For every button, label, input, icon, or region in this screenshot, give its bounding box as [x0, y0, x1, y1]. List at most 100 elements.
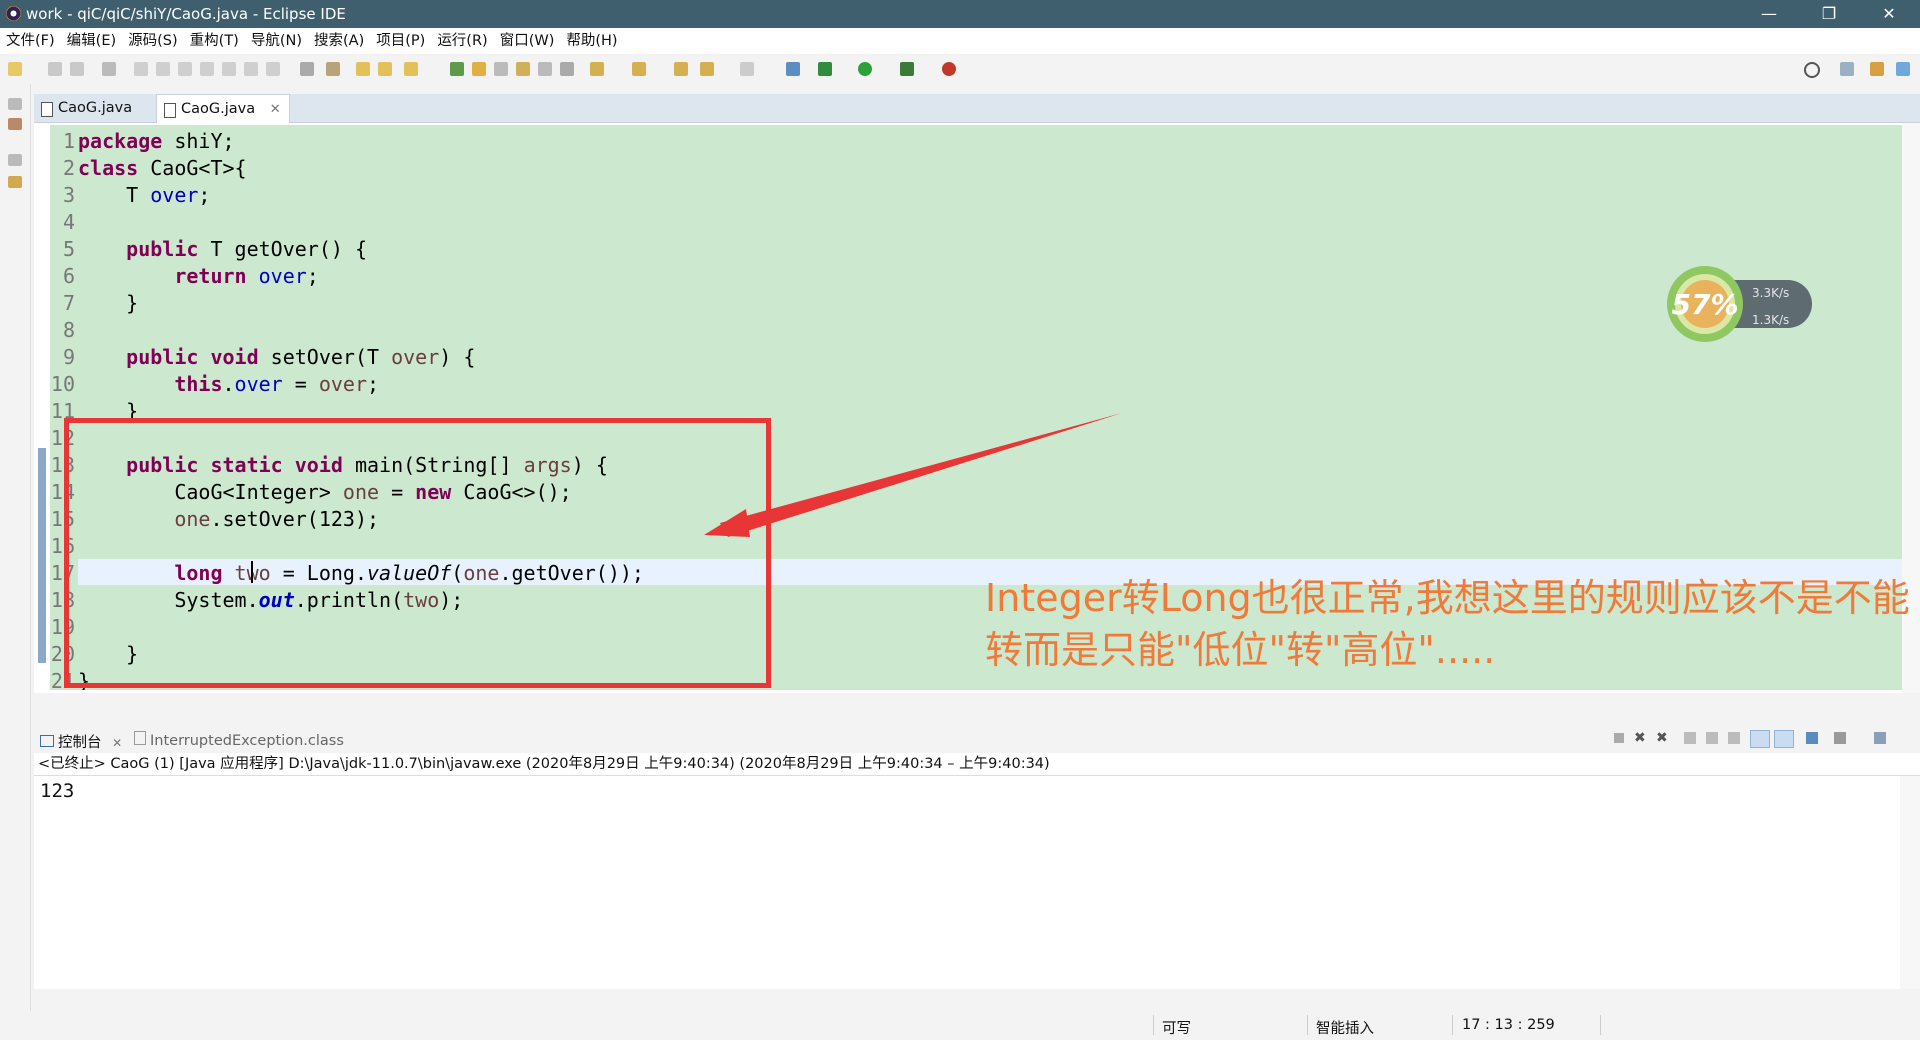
- open-type-icon[interactable]: [356, 62, 370, 76]
- drop-to-frame-icon[interactable]: [300, 62, 314, 76]
- resume-icon[interactable]: [134, 62, 148, 76]
- save-all-icon[interactable]: [70, 62, 84, 76]
- suspend-icon[interactable]: [156, 62, 170, 76]
- menu-refactor[interactable]: 重构(T): [184, 28, 245, 54]
- annotation-line-1: Integer转Long也很正常,我想这里的规则应该不是不能: [985, 576, 1910, 620]
- menu-project[interactable]: 项目(P): [370, 28, 431, 54]
- tab-caog-java-1[interactable]: CaoG.java: [34, 94, 158, 122]
- outline-icon[interactable]: [8, 176, 22, 188]
- status-bar: 可写 智能插入 17 : 13 : 259: [0, 1011, 1920, 1040]
- block-selection-icon[interactable]: [516, 62, 530, 76]
- console-horizontal-scrollbar[interactable]: [34, 989, 1920, 1009]
- annotation-next-icon[interactable]: [450, 62, 464, 76]
- console-icon: [40, 735, 54, 747]
- line-number: 10: [50, 372, 75, 396]
- scroll-lock-icon[interactable]: [1706, 732, 1718, 744]
- coverage-icon[interactable]: [900, 62, 914, 76]
- minimize-button[interactable]: —: [1746, 0, 1792, 28]
- status-insert-mode: 智能插入: [1316, 1021, 1374, 1037]
- prev-annotation-icon[interactable]: [632, 62, 646, 76]
- terminate-icon[interactable]: [178, 62, 192, 76]
- last-edit-icon[interactable]: [674, 62, 688, 76]
- menu-window[interactable]: 窗口(W): [494, 28, 561, 54]
- console-process-label: <已终止> CaoG (1) [Java 应用程序] D:\Java\jdk-1…: [38, 756, 1050, 772]
- show-on-error-icon[interactable]: [1774, 730, 1794, 748]
- restore-button[interactable]: ❐: [1806, 0, 1852, 28]
- save-icon[interactable]: [48, 62, 62, 76]
- annotation-text: Integer转Long也很正常,我想这里的规则应该不是不能 转而是只能"低位"…: [985, 572, 1920, 676]
- menu-edit[interactable]: 编辑(E): [61, 28, 122, 54]
- new-icon[interactable]: [8, 62, 22, 76]
- tab-console[interactable]: 控制台 ✕: [40, 731, 122, 752]
- show-on-output-icon[interactable]: [1750, 730, 1770, 748]
- open-console-icon[interactable]: [1874, 732, 1886, 744]
- status-writable: 可写: [1162, 1021, 1191, 1037]
- code-line: package shiY;: [78, 129, 235, 153]
- step-over-icon[interactable]: [244, 62, 258, 76]
- line-number: 5: [62, 237, 75, 261]
- open-perspective-icon[interactable]: [1840, 62, 1854, 76]
- window-title: work - qiC/qiC/shiY/CaoG.java - Eclipse …: [26, 5, 346, 23]
- java-file-icon: [41, 102, 53, 117]
- step-into-icon[interactable]: [222, 62, 236, 76]
- java-file-icon: [164, 103, 176, 118]
- toggle-breadcrumb-icon[interactable]: [494, 62, 508, 76]
- show-whitespace-icon[interactable]: [538, 62, 552, 76]
- disconnect-icon[interactable]: [200, 62, 214, 76]
- console-output[interactable]: 123: [34, 776, 1900, 989]
- tab-interrupted-exception[interactable]: InterruptedException.class: [134, 731, 344, 749]
- word-wrap-icon[interactable]: [1728, 732, 1740, 744]
- forward-icon[interactable]: [740, 62, 754, 76]
- clear-console-icon[interactable]: [1684, 732, 1696, 744]
- tab-caog-java-2[interactable]: CaoG.java ✕: [156, 94, 290, 123]
- search-tool-icon[interactable]: [404, 62, 418, 76]
- external-tools-icon[interactable]: [942, 62, 956, 76]
- eclipse-logo-icon: [6, 6, 21, 21]
- skip-breakpoints-icon[interactable]: [102, 62, 116, 76]
- console-vertical-scrollbar[interactable]: [1900, 776, 1920, 989]
- title-bar: work - qiC/qiC/shiY/CaoG.java - Eclipse …: [0, 0, 1920, 28]
- menu-help[interactable]: 帮助(H): [560, 28, 623, 54]
- console-tab-bar: 控制台 ✕ InterruptedException.class ✖ ✖: [34, 725, 1920, 753]
- menu-search[interactable]: 搜索(A): [308, 28, 370, 54]
- run-icon[interactable]: [858, 62, 872, 76]
- search-icon[interactable]: [1804, 62, 1820, 78]
- annotation-line-2: 转而是只能"低位"转"高位".....: [985, 628, 1496, 672]
- pin-console-icon[interactable]: [1806, 732, 1818, 744]
- back-icon[interactable]: [700, 62, 714, 76]
- terminate-icon[interactable]: [1614, 733, 1624, 743]
- menu-file[interactable]: 文件(F): [0, 28, 61, 54]
- debug-perspective-icon[interactable]: [1896, 62, 1910, 76]
- main-toolbar: [0, 54, 1920, 84]
- remove-all-icon[interactable]: ✖: [1656, 730, 1668, 746]
- use-step-filters-icon[interactable]: [326, 62, 340, 76]
- close-window-button[interactable]: ✕: [1866, 0, 1912, 28]
- code-line: this.over = over;: [174, 372, 380, 396]
- pin-editor-icon[interactable]: [786, 62, 800, 76]
- menu-bar: 文件(F) 编辑(E) 源码(S) 重构(T) 导航(N) 搜索(A) 项目(P) 运行(R)…: [0, 28, 1920, 54]
- editor-horizontal-scrollbar[interactable]: [64, 700, 1874, 714]
- network-speed-widget[interactable]: 57% 3.3K/s 1.3K/s: [1660, 262, 1815, 344]
- net-percent: 57%: [1671, 288, 1738, 321]
- java-perspective-icon[interactable]: [1870, 62, 1884, 76]
- menu-source[interactable]: 源码(S): [122, 28, 184, 54]
- restore-view-icon[interactable]: [8, 98, 22, 110]
- debug-icon[interactable]: [818, 62, 832, 76]
- net-download: 1.3K/s: [1752, 313, 1789, 327]
- restore-view-icon[interactable]: [8, 154, 22, 166]
- next-annotation-icon[interactable]: [590, 62, 604, 76]
- close-tab-icon[interactable]: ✕: [270, 102, 281, 117]
- line-number: 6: [62, 264, 75, 288]
- step-return-icon[interactable]: [266, 62, 280, 76]
- highlight-icon[interactable]: [472, 62, 486, 76]
- package-explorer-icon[interactable]: [8, 118, 22, 130]
- line-number: 2: [62, 156, 75, 180]
- close-tab-icon[interactable]: ✕: [112, 736, 122, 750]
- menu-run[interactable]: 运行(R): [431, 28, 493, 54]
- display-console-icon[interactable]: [1834, 732, 1846, 744]
- remove-launch-icon[interactable]: ✖: [1634, 730, 1646, 746]
- code-line: public T getOver() {: [126, 237, 367, 261]
- menu-navigate[interactable]: 导航(N): [245, 28, 308, 54]
- open-task-icon[interactable]: [378, 62, 392, 76]
- pilcrow-icon[interactable]: [560, 62, 574, 76]
